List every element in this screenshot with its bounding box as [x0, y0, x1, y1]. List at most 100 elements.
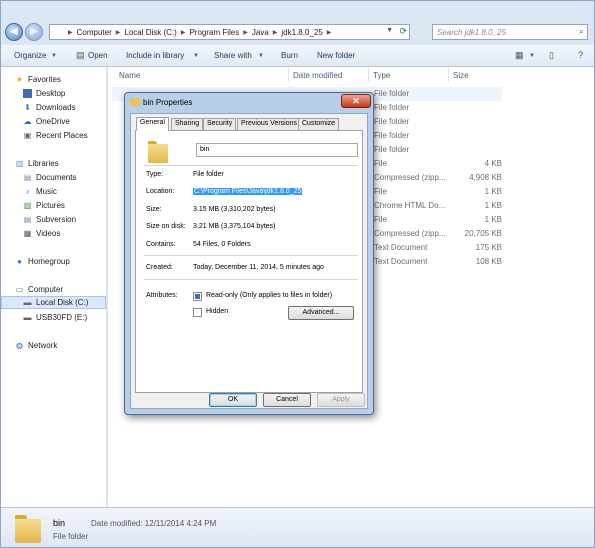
column-divider[interactable]: [368, 68, 369, 82]
chevron-down-icon: ▼: [51, 53, 57, 59]
general-tab-panel: bin Type: File folder Location: C:\Progr…: [135, 130, 363, 393]
search-placeholder: Search jdk1.8.0_25: [437, 28, 506, 37]
row-type: File: [374, 159, 387, 168]
created-label: Created:: [146, 264, 173, 271]
star-icon: ★: [15, 75, 24, 84]
size-on-disk-value: 3.21 MB (3,375,104 bytes): [193, 223, 276, 230]
breadcrumb-program-files[interactable]: Program Files: [189, 28, 239, 37]
videos-icon: ▦: [23, 229, 32, 238]
folder-icon: [15, 515, 41, 543]
nav-label: Local Disk (C:): [36, 298, 89, 307]
usb-drive-icon: ▬: [23, 313, 32, 322]
burn-button[interactable]: Burn: [281, 51, 298, 60]
nav-computer[interactable]: ▭ Computer: [15, 283, 120, 296]
row-type: Compressed (zipp...: [374, 229, 446, 238]
nav-libraries[interactable]: ▥ Libraries: [15, 157, 120, 170]
column-divider[interactable]: [288, 68, 289, 82]
column-header-date-modified[interactable]: Date modified: [293, 71, 342, 80]
chevron-right-icon: ▶: [68, 29, 73, 36]
computer-icon: ▭: [15, 285, 24, 294]
column-header-name[interactable]: Name: [119, 71, 140, 80]
pictures-icon: ▨: [23, 201, 32, 210]
recent-icon: ▣: [23, 131, 32, 140]
row-type: Text Document: [374, 257, 428, 266]
close-button[interactable]: ✕: [341, 94, 371, 108]
nav-label: Libraries: [28, 159, 59, 168]
breadcrumb-computer[interactable]: Computer: [77, 28, 112, 37]
hidden-label: Hidden: [206, 308, 229, 315]
new-folder-button[interactable]: New folder: [317, 51, 355, 60]
details-pane: bin File folder Date modified: 12/11/201…: [1, 507, 594, 547]
breadcrumb-jdk[interactable]: jdk1.8.0_25: [281, 28, 322, 37]
homegroup-icon: ●: [17, 257, 22, 266]
nav-label: OneDrive: [36, 117, 70, 126]
preview-pane-icon[interactable]: ▯: [549, 50, 554, 61]
library-icon: ▥: [15, 159, 24, 168]
location-value[interactable]: C:\Program Files\Java\jdk1.8.0_25: [193, 188, 303, 195]
row-type: File folder: [374, 103, 410, 112]
organize-button[interactable]: Organize: [14, 51, 46, 60]
folder-icon: [54, 28, 64, 36]
folder-name-input[interactable]: bin: [196, 143, 358, 157]
nav-homegroup[interactable]: ● Homegroup: [15, 255, 120, 268]
column-header-type[interactable]: Type: [373, 71, 390, 80]
row-size: 1 KB: [484, 215, 502, 224]
row-type: File: [374, 187, 387, 196]
tab-customize[interactable]: Customize: [298, 118, 340, 130]
view-options-icon[interactable]: ▦: [515, 50, 524, 61]
nav-label: Subversion: [36, 215, 77, 224]
include-in-library-button[interactable]: Include in library: [126, 51, 184, 60]
advanced-button[interactable]: Advanced...: [288, 306, 354, 320]
share-with-button[interactable]: Share with: [214, 51, 252, 60]
search-icon[interactable]: ⌕: [579, 26, 584, 37]
column-divider[interactable]: [448, 68, 449, 82]
divider: [144, 255, 358, 256]
breadcrumb-local-disk[interactable]: Local Disk (C:): [124, 28, 176, 37]
tab-sharing[interactable]: Sharing: [171, 118, 204, 130]
ok-button[interactable]: OK: [209, 393, 257, 407]
open-icon: ▤: [76, 50, 85, 60]
row-type: File: [374, 215, 387, 224]
network-icon: ◍: [16, 341, 23, 350]
breadcrumb-java[interactable]: Java: [252, 28, 269, 37]
help-icon[interactable]: ?: [578, 50, 583, 60]
size-on-disk-label: Size on disk:: [146, 223, 186, 230]
column-header-size[interactable]: Size: [453, 71, 469, 80]
nav-label: Pictures: [36, 201, 65, 210]
readonly-label: Read-only (Only applies to files in fold…: [206, 292, 333, 299]
size-value: 3.15 MB (3,310,202 bytes): [193, 206, 276, 213]
divider: [144, 165, 358, 166]
tab-general[interactable]: General: [136, 117, 169, 131]
details-type: File folder: [53, 532, 89, 541]
open-button[interactable]: Open: [88, 51, 108, 60]
chevron-down-icon[interactable]: ▼: [529, 53, 535, 59]
documents-icon: ▤: [23, 173, 32, 182]
details-date-modified: Date modified: 12/11/2014 4:24 PM: [91, 519, 217, 528]
hidden-checkbox[interactable]: [193, 308, 202, 317]
nav-label: Network: [28, 341, 58, 350]
nav-network[interactable]: ◍ Network: [15, 339, 120, 352]
apply-button[interactable]: Apply: [317, 393, 365, 407]
address-bar[interactable]: ▶ Computer ▶ Local Disk (C:) ▶ Program F…: [49, 24, 410, 40]
attributes-label: Attributes:: [146, 292, 178, 299]
nav-local-disk[interactable]: ▬ Local Disk (C:): [1, 296, 106, 309]
row-type: File folder: [374, 145, 410, 154]
search-input[interactable]: Search jdk1.8.0_25 ⌕: [432, 24, 588, 40]
tab-previous-versions[interactable]: Previous Versions: [237, 118, 302, 130]
tab-security[interactable]: Security: [203, 118, 237, 130]
back-icon[interactable]: ◀: [5, 23, 23, 41]
chevron-down-icon[interactable]: ▼: [386, 27, 393, 34]
chevron-right-icon: ▶: [243, 29, 248, 36]
forward-icon[interactable]: ▶: [25, 23, 43, 41]
nav-label: Music: [36, 187, 57, 196]
row-size: 108 KB: [475, 257, 502, 266]
nav-favorites[interactable]: ★ Favorites: [15, 73, 120, 86]
row-size: 20,705 KB: [464, 229, 502, 238]
desktop-icon: [23, 89, 32, 98]
cancel-button[interactable]: Cancel: [263, 393, 311, 407]
chevron-right-icon: ▶: [115, 29, 121, 36]
type-value: File folder: [193, 171, 224, 178]
readonly-checkbox[interactable]: [193, 292, 202, 301]
nav-label: Downloads: [36, 103, 76, 112]
refresh-icon[interactable]: ⟳: [399, 26, 407, 37]
